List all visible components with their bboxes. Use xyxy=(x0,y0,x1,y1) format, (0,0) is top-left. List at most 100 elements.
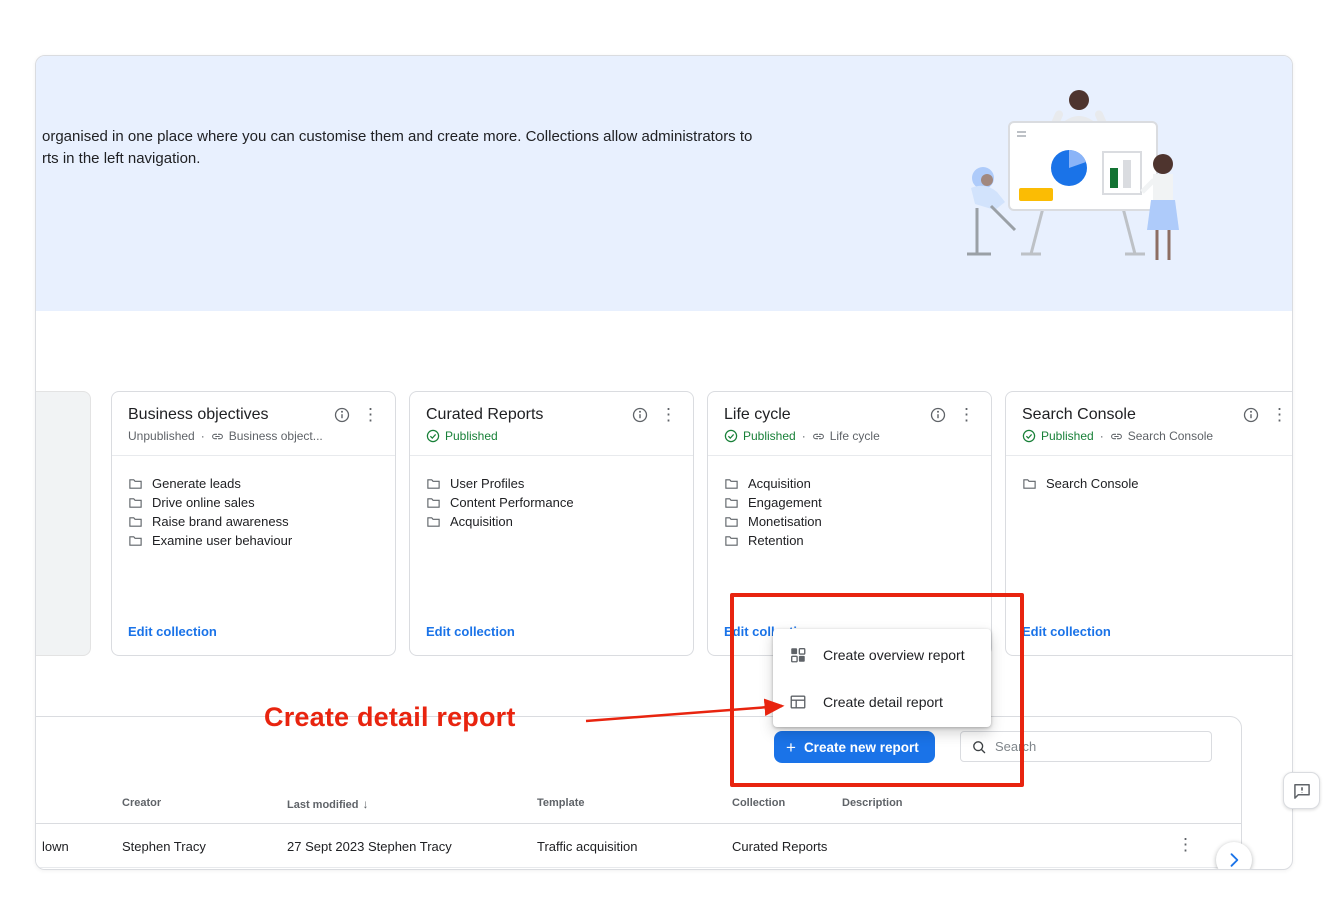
menu-item-create-detail-report[interactable]: Create detail report xyxy=(773,678,991,725)
card-header: Life cycle ⋮ Published · xyxy=(708,392,991,456)
folder-icon xyxy=(426,476,441,491)
collection-card-business-objectives: Business objectives ⋮ Unpublished · Busi… xyxy=(111,391,396,656)
collection-item: Raise brand awareness xyxy=(128,512,379,531)
collection-item: Generate leads xyxy=(128,474,379,493)
info-icon[interactable] xyxy=(334,407,350,423)
info-icon[interactable] xyxy=(1243,407,1259,423)
collection-card-search-console: Search Console ⋮ Published · xyxy=(1005,391,1293,656)
collection-item-label: Acquisition xyxy=(748,476,811,491)
collection-title: Life cycle xyxy=(724,406,930,424)
collections-carousel: Business objectives ⋮ Unpublished · Busi… xyxy=(36,391,1292,661)
hero-text-line2: rts in the left navigation. xyxy=(42,148,752,170)
column-header-template[interactable]: Template xyxy=(537,797,584,809)
card-header: Curated Reports ⋮ Published xyxy=(410,392,693,456)
collection-item: Content Performance xyxy=(426,493,677,512)
overview-report-icon xyxy=(789,646,807,664)
menu-item-label: Create detail report xyxy=(823,694,943,710)
status-text: Unpublished xyxy=(128,429,195,443)
cell-template: Traffic acquisition xyxy=(537,839,637,854)
menu-item-label: Create overview report xyxy=(823,647,965,663)
card-header: Business objectives ⋮ Unpublished · Busi… xyxy=(112,392,395,456)
chevron-right-icon xyxy=(1224,850,1244,870)
create-new-report-button[interactable]: + Create new report xyxy=(774,731,935,763)
collection-item-label: Engagement xyxy=(748,495,822,510)
cell-collection: Curated Reports xyxy=(732,839,827,854)
folder-icon xyxy=(128,476,143,491)
column-header-description[interactable]: Description xyxy=(842,797,903,809)
more-options-icon[interactable]: ⋮ xyxy=(958,407,975,423)
feedback-button[interactable] xyxy=(1283,772,1320,809)
info-icon[interactable] xyxy=(930,407,946,423)
annotation-label: Create detail report xyxy=(264,702,516,733)
more-options-icon[interactable]: ⋮ xyxy=(362,407,379,423)
edit-collection-link[interactable]: Edit collection xyxy=(1022,624,1111,639)
collection-item-label: Acquisition xyxy=(450,514,513,529)
column-header-collection[interactable]: Collection xyxy=(732,797,785,809)
menu-item-create-overview-report[interactable]: Create overview report xyxy=(773,631,991,678)
link-icon xyxy=(211,430,224,443)
edit-collection-link[interactable]: Edit collection xyxy=(426,624,515,639)
row-more-options-icon[interactable]: ⋮ xyxy=(1177,835,1194,855)
more-options-icon[interactable]: ⋮ xyxy=(660,407,677,423)
collection-item: Search Console xyxy=(1022,474,1288,493)
more-options-icon[interactable]: ⋮ xyxy=(1271,407,1288,423)
collection-card-curated-reports: Curated Reports ⋮ Published xyxy=(409,391,694,656)
collection-item-label: Monetisation xyxy=(748,514,822,529)
collection-item-list: Acquisition Engagement Monetisation Rete… xyxy=(708,456,991,550)
collection-item-label: Retention xyxy=(748,533,804,548)
column-header-last-modified[interactable]: Last modified↓ xyxy=(287,797,369,811)
collection-item-label: Drive online sales xyxy=(152,495,255,510)
info-icon[interactable] xyxy=(632,407,648,423)
hero-text-line1: organised in one place where you can cus… xyxy=(42,126,752,148)
status-text: Published xyxy=(445,429,498,443)
separator-dot: · xyxy=(801,429,807,443)
collection-item-label: Content Performance xyxy=(450,495,574,510)
collection-item-list: User Profiles Content Performance Acquis… xyxy=(410,456,693,531)
collection-item: Acquisition xyxy=(724,474,975,493)
search-box xyxy=(960,731,1212,762)
hero-illustration xyxy=(957,78,1197,288)
folder-icon xyxy=(724,514,739,529)
collection-item-list: Generate leads Drive online sales Raise … xyxy=(112,456,395,550)
app-screen: organised in one place where you can cus… xyxy=(35,55,1293,870)
table-header-row: Creator Last modified↓ Template Collecti… xyxy=(35,795,1241,824)
link-icon xyxy=(812,430,825,443)
linked-collection-label: Search Console xyxy=(1128,429,1213,443)
hero-banner: organised in one place where you can cus… xyxy=(36,56,1292,311)
collection-item: Drive online sales xyxy=(128,493,379,512)
create-new-report-label: Create new report xyxy=(804,740,919,755)
separator-dot: · xyxy=(1099,429,1105,443)
edit-collection-link[interactable]: Edit collection xyxy=(128,624,217,639)
table-row[interactable]: lown Stephen Tracy 27 Sept 2023 Stephen … xyxy=(35,824,1241,868)
detail-report-icon xyxy=(789,693,807,711)
linked-collection-label: Life cycle xyxy=(830,429,880,443)
linked-collection-label: Business object... xyxy=(229,429,323,443)
collection-item-label: Raise brand awareness xyxy=(152,514,289,529)
hero-description: organised in one place where you can cus… xyxy=(42,126,752,170)
folder-icon xyxy=(724,476,739,491)
collection-title: Business objectives xyxy=(128,406,334,424)
folder-icon xyxy=(426,514,441,529)
cell-report-name: lown xyxy=(42,839,69,854)
search-input[interactable] xyxy=(995,739,1201,754)
collection-item-label: Examine user behaviour xyxy=(152,533,292,548)
collection-item-list: Search Console xyxy=(1006,456,1293,493)
published-check-icon xyxy=(724,429,738,443)
create-report-menu: Create overview report Create detail rep… xyxy=(773,629,991,727)
collection-item: Retention xyxy=(724,531,975,550)
separator-dot: · xyxy=(200,429,206,443)
published-check-icon xyxy=(426,429,440,443)
column-header-creator[interactable]: Creator xyxy=(122,797,161,809)
folder-icon xyxy=(128,495,143,510)
carousel-next-button[interactable] xyxy=(1216,842,1252,870)
collection-item-label: Generate leads xyxy=(152,476,241,491)
collection-card-partial xyxy=(35,391,91,656)
collection-card-life-cycle: Life cycle ⋮ Published · xyxy=(707,391,992,656)
status-text: Published xyxy=(743,429,796,443)
folder-icon xyxy=(1022,476,1037,491)
collection-title: Search Console xyxy=(1022,406,1243,424)
collection-item-label: User Profiles xyxy=(450,476,524,491)
plus-icon: + xyxy=(786,739,796,756)
folder-icon xyxy=(426,495,441,510)
folder-icon xyxy=(128,533,143,548)
